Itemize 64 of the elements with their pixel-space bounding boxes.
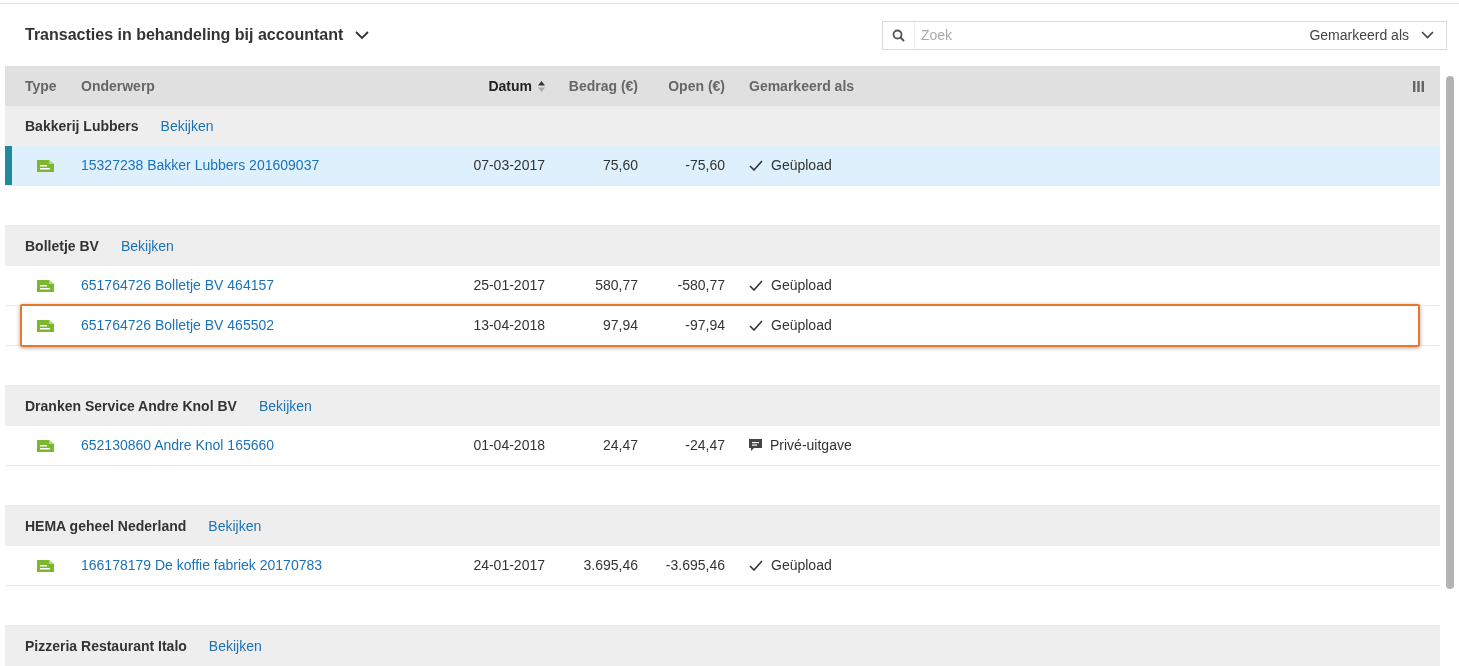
transaction-link[interactable]: 15327238 Bakker Lubbers 201609037 <box>81 155 445 176</box>
amount-cell-text: 580,77 <box>594 276 638 295</box>
columns-icon[interactable] <box>1413 81 1424 93</box>
column-header[interactable]: Type <box>25 75 57 97</box>
amount-cell-text: 97,94 <box>601 316 638 335</box>
open-amount-cell-text: -97,94 <box>684 316 725 335</box>
group-name: Bolletje BV <box>25 236 99 256</box>
column-header[interactable]: Open (€) <box>668 75 725 97</box>
group-name: Bakkerij Lubbers <box>25 116 139 136</box>
view-link[interactable]: Bekijken <box>208 515 262 537</box>
search-icon <box>892 28 905 42</box>
chevron-down-icon <box>1421 31 1434 40</box>
view-link[interactable]: Bekijken <box>120 235 174 257</box>
table-row[interactable]: 15327238 Bakker Lubbers 201609037 07-03-2017 75,60 -75,60 Geüpload <box>5 146 1440 186</box>
group-name: Dranken Service Andre Knol BV <box>25 396 237 416</box>
scrollbar-thumb[interactable] <box>1445 76 1454 589</box>
date-cell-text: 01-04-2018 <box>472 436 545 455</box>
view-link[interactable]: Bekijken <box>160 115 214 137</box>
column-header[interactable]: Onderwerp <box>81 75 155 97</box>
open-amount-cell-text: -580,77 <box>676 276 725 295</box>
date-cell-text: 25-01-2017 <box>472 276 545 295</box>
check-icon <box>749 160 763 171</box>
column-header[interactable]: Gemarkeerd als <box>749 75 855 97</box>
search-input[interactable]: Zoek <box>914 21 1310 49</box>
group-name: HEMA geheel Nederland <box>25 516 187 536</box>
date-cell-text: 13-04-2018 <box>472 316 545 335</box>
transaction-link[interactable]: 651764726 Bolletje BV 465502 <box>81 315 445 336</box>
group-name: Pizzeria Restaurant Italo <box>25 636 187 656</box>
comment-icon <box>749 439 762 452</box>
date-cell-text: 07-03-2017 <box>472 156 545 175</box>
sort-icon <box>538 80 545 92</box>
transaction-link[interactable]: 651764726 Bolletje BV 464157 <box>81 275 445 296</box>
date-cell-text: 24-01-2017 <box>472 556 545 575</box>
search-field[interactable]: Zoek Gemarkeerd als <box>882 20 1447 50</box>
document-icon <box>37 279 54 292</box>
check-icon <box>749 320 763 331</box>
document-icon <box>37 439 54 452</box>
document-icon <box>37 559 54 572</box>
status-label: Geüpload <box>771 316 832 335</box>
status-label: Geüpload <box>771 556 832 575</box>
transaction-link[interactable]: 652130860 Andre Knol 165660 <box>81 435 445 456</box>
view-link[interactable]: Bekijken <box>208 635 262 657</box>
document-icon <box>37 159 54 172</box>
selection-marker <box>5 146 12 185</box>
column-header[interactable]: Datum <box>488 75 545 97</box>
filter-dropdown[interactable]: Gemarkeerd als <box>1309 24 1446 46</box>
open-amount-cell-text: -24,47 <box>684 436 725 455</box>
open-amount-cell-text: -75,60 <box>684 156 725 175</box>
view-link[interactable]: Bekijken <box>258 395 312 417</box>
document-icon <box>37 319 54 332</box>
column-header[interactable]: Bedrag (€) <box>568 75 638 97</box>
status-label: Geüpload <box>771 276 832 295</box>
amount-cell-text: 24,47 <box>601 436 638 455</box>
check-icon <box>749 280 763 291</box>
transaction-link[interactable]: 166178179 De koffie fabriek 20170783 <box>81 555 445 576</box>
status-label: Geüpload <box>771 156 832 175</box>
table-row[interactable]: 651764726 Bolletje BV 465502 13-04-2018 97,94 -97,94 Geüpload <box>5 306 1440 346</box>
status-label: Privé-uitgave <box>770 436 852 455</box>
open-amount-cell-text: -3.695,46 <box>664 556 725 575</box>
check-icon <box>749 560 763 571</box>
page-title: Transacties in behandeling bij accountant <box>25 25 344 46</box>
amount-cell-text: 3.695,46 <box>582 556 638 575</box>
amount-cell-text: 75,60 <box>601 156 638 175</box>
chevron-down-icon[interactable] <box>355 31 370 40</box>
